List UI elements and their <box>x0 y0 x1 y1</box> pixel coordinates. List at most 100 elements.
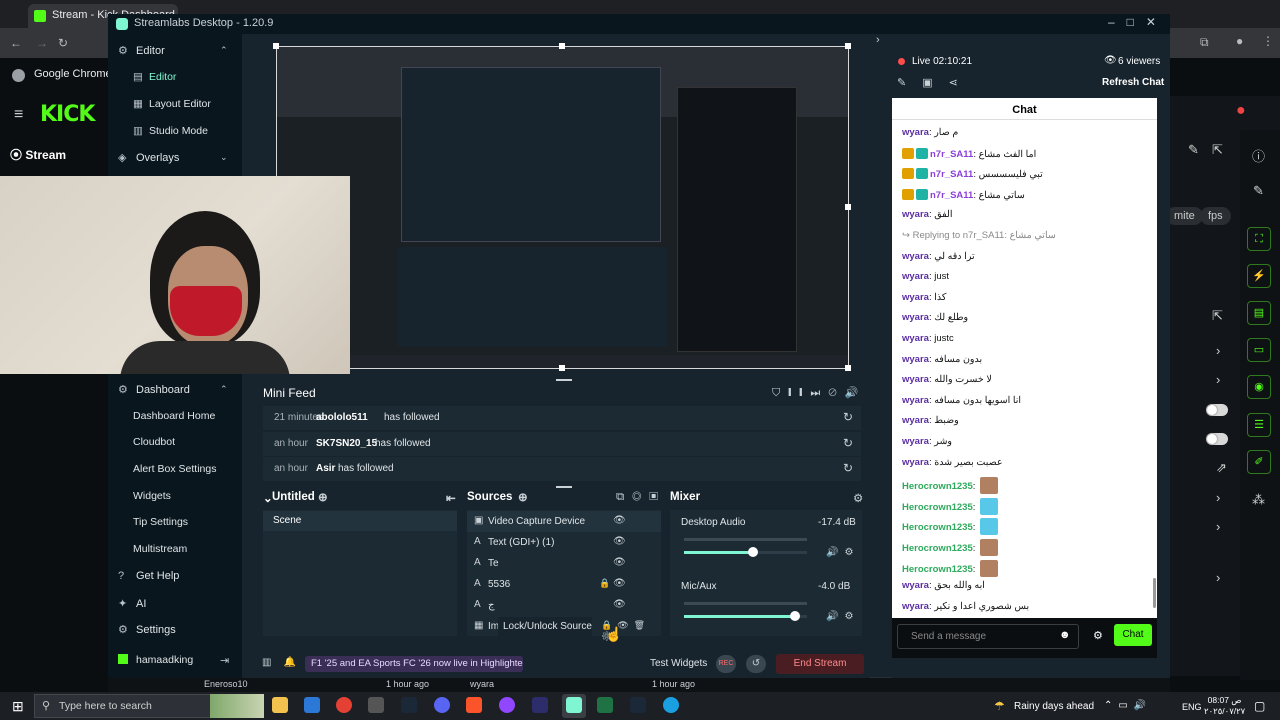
window-controls[interactable]: –□✕ <box>1108 15 1168 29</box>
resize-divider[interactable] <box>556 486 572 488</box>
reload-icon[interactable]: ↻ <box>58 36 68 50</box>
visibility-icon[interactable]: 👁 <box>613 536 626 547</box>
chat-username[interactable]: wyara <box>902 374 929 385</box>
emoji-icon[interactable]: ☻ <box>1059 629 1071 641</box>
document-icon[interactable]: ▤ <box>1247 301 1271 325</box>
crop-tool-icon[interactable]: ⛶ <box>1247 227 1271 251</box>
server-icon[interactable]: ☰ <box>1247 413 1271 437</box>
nav-settings[interactable]: ⚙ Settings <box>118 623 176 636</box>
refresh-chat-button[interactable]: Refresh Chat <box>1102 77 1164 88</box>
kick-pill-2[interactable]: fps <box>1200 207 1231 225</box>
source-item[interactable]: A Te 👁 <box>467 553 661 574</box>
nav-get-help[interactable]: ? Get Help <box>118 570 179 582</box>
chat-username[interactable]: Herocrown1235 <box>902 481 973 492</box>
profile-icon[interactable]: ● <box>1236 34 1243 48</box>
hamburger-menu-icon[interactable]: ≡ <box>14 106 23 124</box>
mixer-settings-icon[interactable]: ⚙ <box>853 491 863 505</box>
nav-tip-settings[interactable]: Tip Settings <box>133 516 188 528</box>
kick-nav-stream[interactable]: ⦿ Stream <box>10 146 66 163</box>
steam-icon[interactable] <box>630 697 646 713</box>
nav-widgets[interactable]: Widgets <box>133 490 171 502</box>
kick-logo[interactable]: KICK <box>40 102 95 127</box>
nav-ai[interactable]: ✦ AI <box>118 597 146 610</box>
chat-username[interactable]: wyara <box>902 271 929 282</box>
nav-editor-group[interactable]: ⚙ Editor <box>118 44 165 57</box>
store-icon[interactable] <box>304 697 320 713</box>
popout-icon-2[interactable]: ⇱ <box>1212 308 1223 324</box>
source-item[interactable]: A 5536 🔒 👁 <box>467 574 661 595</box>
replay-icon[interactable]: ↻ <box>843 436 853 450</box>
chat-username[interactable]: wyara <box>902 580 929 591</box>
resize-handle[interactable] <box>845 365 851 371</box>
streamlabs-taskbar-icon[interactable] <box>566 697 582 713</box>
chevron-right-icon[interactable]: › <box>1216 519 1220 534</box>
chevron-right-icon[interactable]: › <box>1216 490 1220 505</box>
windows-start-icon[interactable]: ⊞ <box>12 698 24 715</box>
back-icon[interactable]: ← <box>10 36 22 50</box>
nav-editor[interactable]: ▤ Editor <box>133 71 176 83</box>
chat-settings-icon[interactable]: ⚙ <box>1093 629 1103 642</box>
avatar[interactable]: ● <box>1236 102 1246 120</box>
chat-username[interactable]: wyara <box>902 333 929 344</box>
scene-transitions-icon[interactable]: ⇤ <box>446 491 456 505</box>
brave-icon[interactable] <box>466 697 482 713</box>
nav-dashboard-home[interactable]: Dashboard Home <box>133 410 215 422</box>
chevron-up-icon[interactable]: ⌃ <box>220 45 228 56</box>
nav-user[interactable]: hamaadking <box>118 654 193 666</box>
chat-username[interactable]: wyara <box>902 209 929 220</box>
chat-input[interactable]: Send a message <box>897 624 1079 649</box>
nodes-icon[interactable]: ⁂ <box>1252 492 1265 508</box>
terminal-icon[interactable] <box>368 697 384 713</box>
sources-toolbar-icons[interactable]: ⧉◎▣ <box>616 491 666 504</box>
nav-layout-editor[interactable]: ▦ Layout Editor <box>133 98 211 110</box>
nav-dashboard-group[interactable]: ⚙ Dashboard <box>118 383 190 396</box>
broadcast-icon[interactable]: ◉ <box>1247 375 1271 399</box>
chat-username[interactable]: wyara <box>902 395 929 406</box>
stream-preview[interactable] <box>276 46 849 369</box>
toggle-switch[interactable] <box>1206 433 1228 445</box>
chat-username[interactable]: wyara <box>902 457 929 468</box>
discord-icon[interactable] <box>434 697 450 713</box>
test-widgets-button[interactable]: Test Widgets <box>650 658 707 669</box>
twitch-icon[interactable] <box>499 697 515 713</box>
chevron-right-icon[interactable]: › <box>1216 343 1220 358</box>
wrench-icon[interactable]: ✐ <box>1247 450 1271 474</box>
mixer-channel-controls[interactable]: 🔊⚙ <box>826 547 859 558</box>
chevron-right-icon[interactable]: › <box>1216 570 1220 585</box>
replay-buffer-icon[interactable]: ↺ <box>746 655 766 673</box>
obs-icon[interactable] <box>532 697 548 713</box>
logout-icon[interactable]: ⇥ <box>220 654 229 667</box>
extensions-icon[interactable]: ⧉ <box>1200 35 1209 50</box>
language-indicator[interactable]: ENG <box>1182 702 1202 712</box>
lock-icon[interactable]: 🔒 <box>599 578 610 589</box>
edit-icon[interactable]: ✎ <box>1188 142 1199 158</box>
lightning-icon[interactable]: ⚡ <box>1247 264 1271 288</box>
notification-icon[interactable]: ▢ <box>1254 699 1265 713</box>
dock-action-icons[interactable]: ✎▣⋖ <box>897 76 974 89</box>
chevron-up-icon[interactable]: ⌃ <box>220 384 228 395</box>
chat-username[interactable]: Herocrown1235 <box>902 522 973 533</box>
chat-username[interactable]: n7r_SA11 <box>930 149 973 160</box>
chat-username[interactable]: n7r_SA11 <box>930 190 973 201</box>
info-icon[interactable]: ⓘ <box>1252 146 1265 165</box>
chart-icon[interactable]: ⇗ <box>1216 460 1227 476</box>
chat-username[interactable]: Herocrown1235 <box>902 502 973 513</box>
visibility-icon[interactable]: 👁 <box>613 578 626 589</box>
replay-icon[interactable]: ↻ <box>843 461 853 475</box>
nav-multistream[interactable]: Multistream <box>133 543 187 555</box>
add-scene-icon[interactable]: ⊕ <box>318 490 328 504</box>
chat-send-button[interactable]: Chat <box>1114 624 1152 646</box>
chat-username[interactable]: wyara <box>902 251 929 262</box>
chat-username[interactable]: wyara <box>902 415 929 426</box>
resize-handle[interactable] <box>273 43 279 49</box>
mixer-channel-controls[interactable]: 🔊⚙ <box>826 611 859 622</box>
chat-username[interactable]: wyara <box>902 292 929 303</box>
resize-handle[interactable] <box>845 204 851 210</box>
resize-handle[interactable] <box>845 43 851 49</box>
chat-username[interactable]: wyara <box>902 601 929 612</box>
resize-divider[interactable] <box>556 379 572 381</box>
chat-scrollbar[interactable] <box>1153 578 1156 608</box>
nav-overlays[interactable]: ◈ Overlays <box>118 151 179 164</box>
kick-pill-1[interactable]: mite <box>1166 207 1203 225</box>
chat-username[interactable]: Herocrown1235 <box>902 564 973 575</box>
